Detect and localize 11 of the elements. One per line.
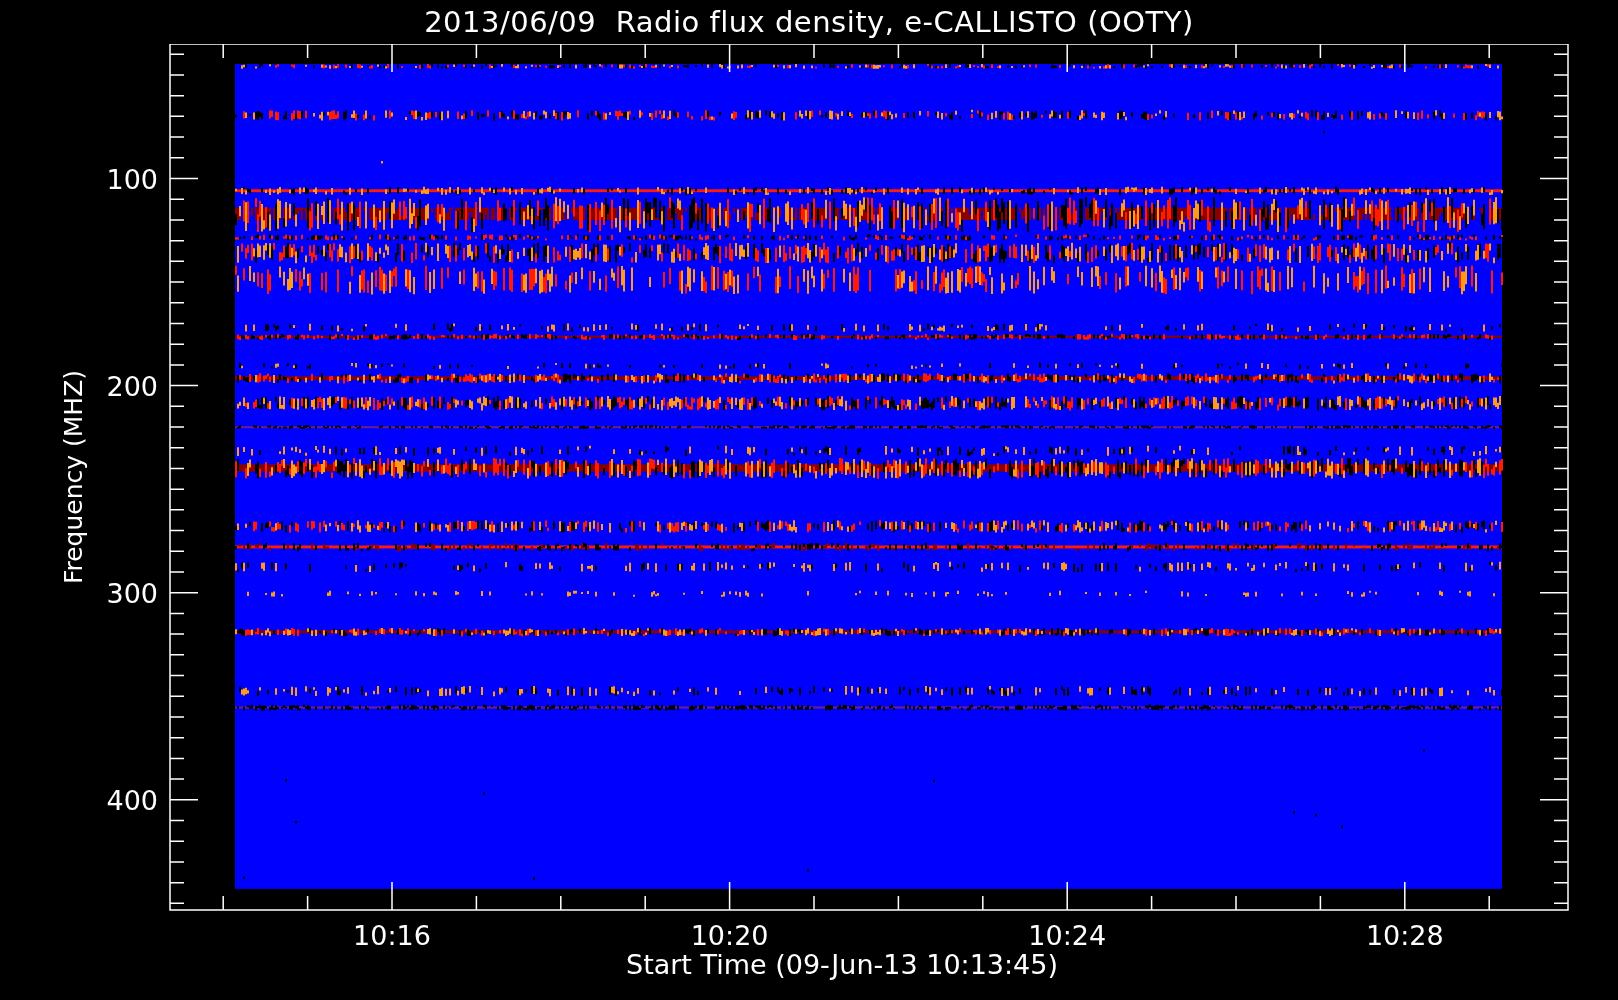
- y-axis-label: Frequency (MHZ): [59, 369, 88, 585]
- x-tick-label: 10:24: [1028, 920, 1107, 951]
- y-tick-label: 100: [106, 163, 158, 195]
- x-tick-label: 10:28: [1365, 920, 1444, 951]
- x-tick-label: 10:20: [690, 920, 769, 951]
- x-axis-label: Start Time (09-Jun-13 10:13:45): [626, 949, 1058, 980]
- chart-title: 2013/06/09 Radio flux density, e-CALLISTO (OOTY): [424, 4, 1194, 41]
- x-tick-label: 10:16: [353, 920, 431, 951]
- y-tick-label: 300: [106, 577, 158, 609]
- y-tick-label: 200: [106, 370, 158, 402]
- y-tick-label: 400: [106, 784, 158, 816]
